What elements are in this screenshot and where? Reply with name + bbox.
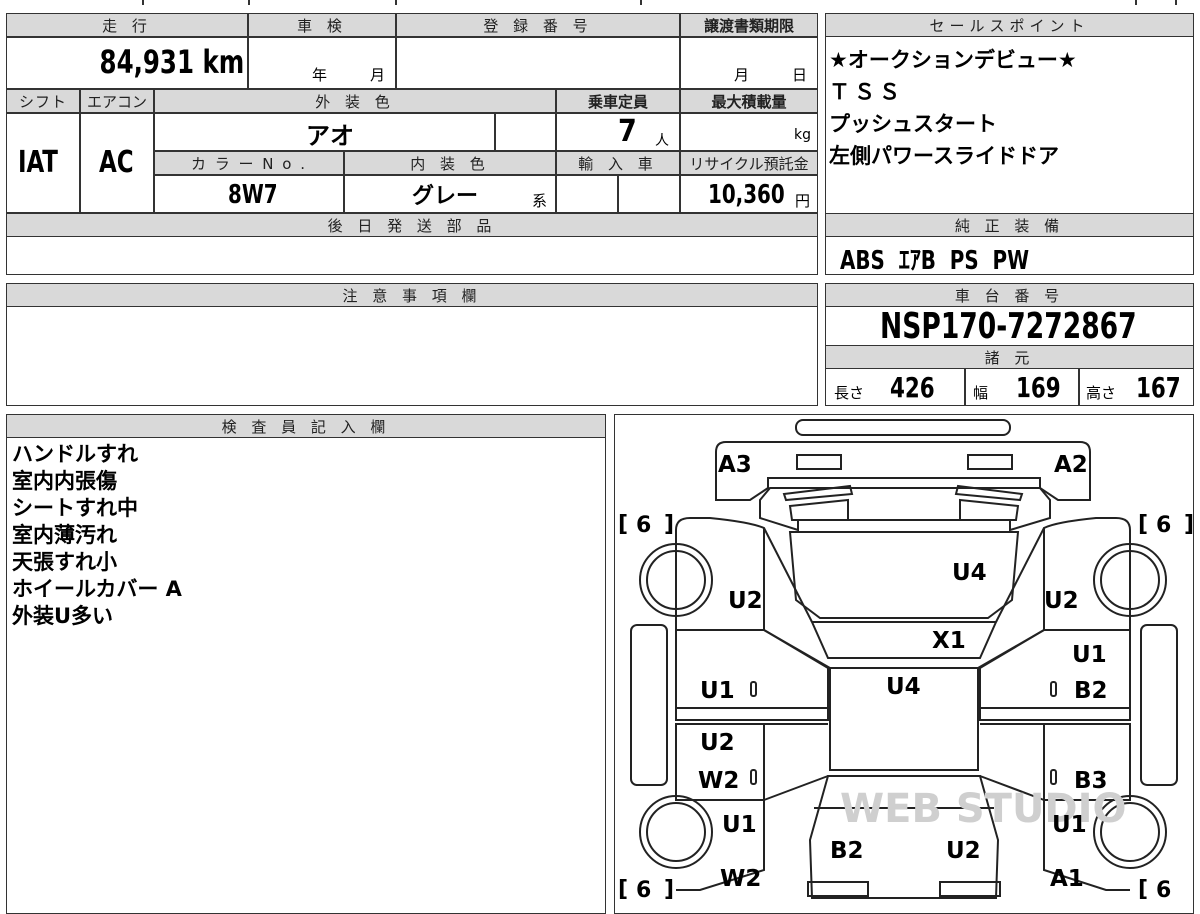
exterior-color-sub-cell — [495, 113, 556, 151]
aircon-value: AC — [99, 145, 134, 180]
mark-front-right-corner: A2 — [1054, 452, 1088, 478]
tire-rear-right-label: 6 — [1156, 878, 1171, 900]
color-no-header: カ ラ ー N o . — [154, 151, 344, 175]
tire-front-left-label: 6 — [636, 513, 651, 538]
inspector-note: ハンドルすれ — [12, 442, 138, 466]
registration-header: 登 録 番 号 — [396, 13, 680, 37]
exterior-color-value: アオ — [306, 122, 354, 150]
inspector-notes-list: ハンドルすれ 室内内張傷 シートすれ中 室内薄汚れ 天張すれ小 ホイールカバー … — [12, 441, 592, 630]
top-strip — [0, 0, 1200, 6]
transfer-deadline-header: 譲渡書類期限 — [680, 13, 818, 37]
recycle-fee-value: 10,360 — [708, 180, 785, 210]
later-parts-value — [12, 240, 812, 272]
inspector-note: 天張すれ小 — [12, 550, 117, 574]
svg-text:]: ] — [664, 512, 674, 537]
mark-right-rear-fender: U1 — [1052, 812, 1087, 838]
spec-length-value: 426 — [890, 371, 935, 404]
interior-color-suffix: 系 — [532, 192, 548, 210]
aircon-header: エアコン — [80, 89, 154, 113]
mark-left-front-door: U1 — [700, 678, 735, 704]
sales-points-list: ★オークションデビュー★ ＴＳＳ プッシュスタート 左側パワースライドドア — [829, 44, 1189, 172]
sales-point-item: ★オークションデビュー★ — [829, 48, 1077, 72]
deadline-month-label: 月 — [734, 66, 750, 84]
import-header: 輸 入 車 — [556, 151, 680, 175]
inspector-note: 室内内張傷 — [12, 469, 117, 493]
sales-point-item: プッシュスタート — [829, 112, 997, 136]
mark-front-left-corner: A3 — [718, 452, 752, 478]
inspection-year-label: 年 — [312, 66, 328, 84]
inspector-note: 外装U多い — [12, 604, 114, 628]
spec-width-label: 幅 — [973, 384, 989, 402]
recycle-fee-header: リサイクル預託金 — [680, 151, 818, 175]
genuine-equipment-value: ABS ｴｱB PS PW — [840, 246, 1030, 276]
spec-height-label: 高さ — [1086, 384, 1117, 402]
genuine-equipment-header: 純 正 装 備 — [825, 213, 1194, 237]
mark-bonnet: U4 — [952, 560, 987, 586]
spec-width-value: 169 — [1016, 371, 1061, 404]
mark-left-rear-door-a: U2 — [700, 730, 735, 756]
caution-value — [12, 310, 812, 400]
spec-height-value: 167 — [1136, 371, 1181, 404]
inspector-note: ホイールカバー A — [12, 577, 182, 601]
svg-text:]: ] — [664, 877, 674, 900]
mark-tailgate-right: U2 — [946, 838, 981, 864]
inspector-note: シートすれ中 — [12, 496, 138, 520]
mark-left-rear-quarter: W2 — [720, 866, 761, 892]
svg-text:[: [ — [1138, 877, 1148, 900]
chassis-value: NSP170-7272867 — [880, 306, 1137, 347]
mark-right-rear-corner: A1 — [1050, 866, 1084, 892]
max-load-unit: kg — [794, 127, 811, 143]
sales-point-item: 左側パワースライドドア — [829, 144, 1059, 168]
shift-header: シフト — [6, 89, 80, 113]
mark-left-rear-door-b: W2 — [698, 768, 739, 794]
mark-right-front-door-a: U1 — [1072, 642, 1107, 668]
interior-color-header: 内 装 色 — [344, 151, 556, 175]
tire-rear-left-label: 6 — [636, 878, 651, 900]
color-no-value: 8W7 — [228, 180, 278, 210]
svg-text:[: [ — [618, 877, 628, 900]
exterior-color-header: 外 装 色 — [154, 89, 556, 113]
mileage-value: 84,931 km — [99, 43, 244, 81]
sales-point-item: ＴＳＳ — [829, 80, 904, 104]
capacity-value: 7 — [618, 114, 637, 149]
deadline-day-label: 日 — [792, 66, 808, 84]
svg-text:[: [ — [618, 512, 628, 537]
capacity-header: 乗車定員 — [556, 89, 680, 113]
caution-header: 注 意 事 項 欄 — [6, 283, 818, 307]
mark-right-front-fender: U2 — [1044, 588, 1079, 614]
inspector-notes-header: 検 査 員 記 入 欄 — [6, 414, 606, 438]
later-parts-header: 後 日 発 送 部 品 — [6, 213, 818, 237]
car-diagram: WEB STUDIO [6] [6] [6] [6 A3 A2 U4 U2 U2… — [618, 419, 1194, 900]
mark-left-front-fender: U2 — [728, 588, 763, 614]
mark-left-rear-fender: U1 — [722, 812, 757, 838]
mark-right-front-door-b: B2 — [1074, 678, 1108, 704]
inspection-header: 車 検 — [248, 13, 396, 37]
mileage-header: 走 行 — [6, 13, 248, 37]
max-load-header: 最大積載量 — [680, 89, 818, 113]
spec-length-label: 長さ — [834, 384, 865, 402]
inspector-note: 室内薄汚れ — [12, 523, 117, 547]
mark-tailgate-left: B2 — [830, 838, 864, 864]
chassis-header: 車 台 番 号 — [825, 283, 1194, 307]
mark-roof: U4 — [886, 674, 921, 700]
mark-right-rear-door: B3 — [1074, 768, 1108, 794]
specs-header: 諸 元 — [825, 345, 1194, 369]
shift-value: IAT — [18, 145, 58, 180]
registration-value — [396, 37, 680, 89]
recycle-fee-unit: 円 — [795, 192, 811, 210]
tire-front-right-label: 6 — [1156, 513, 1171, 538]
svg-text:[: [ — [1138, 512, 1148, 537]
import-cell-b — [618, 175, 680, 213]
svg-text:]: ] — [1184, 512, 1194, 537]
inspection-month-label: 月 — [370, 66, 386, 84]
sales-points-header: セールスポイント — [825, 13, 1194, 37]
capacity-unit: 人 — [655, 133, 669, 149]
import-cell-a — [556, 175, 618, 213]
mark-windshield: X1 — [932, 628, 966, 654]
interior-color-value: グレー — [412, 184, 479, 209]
